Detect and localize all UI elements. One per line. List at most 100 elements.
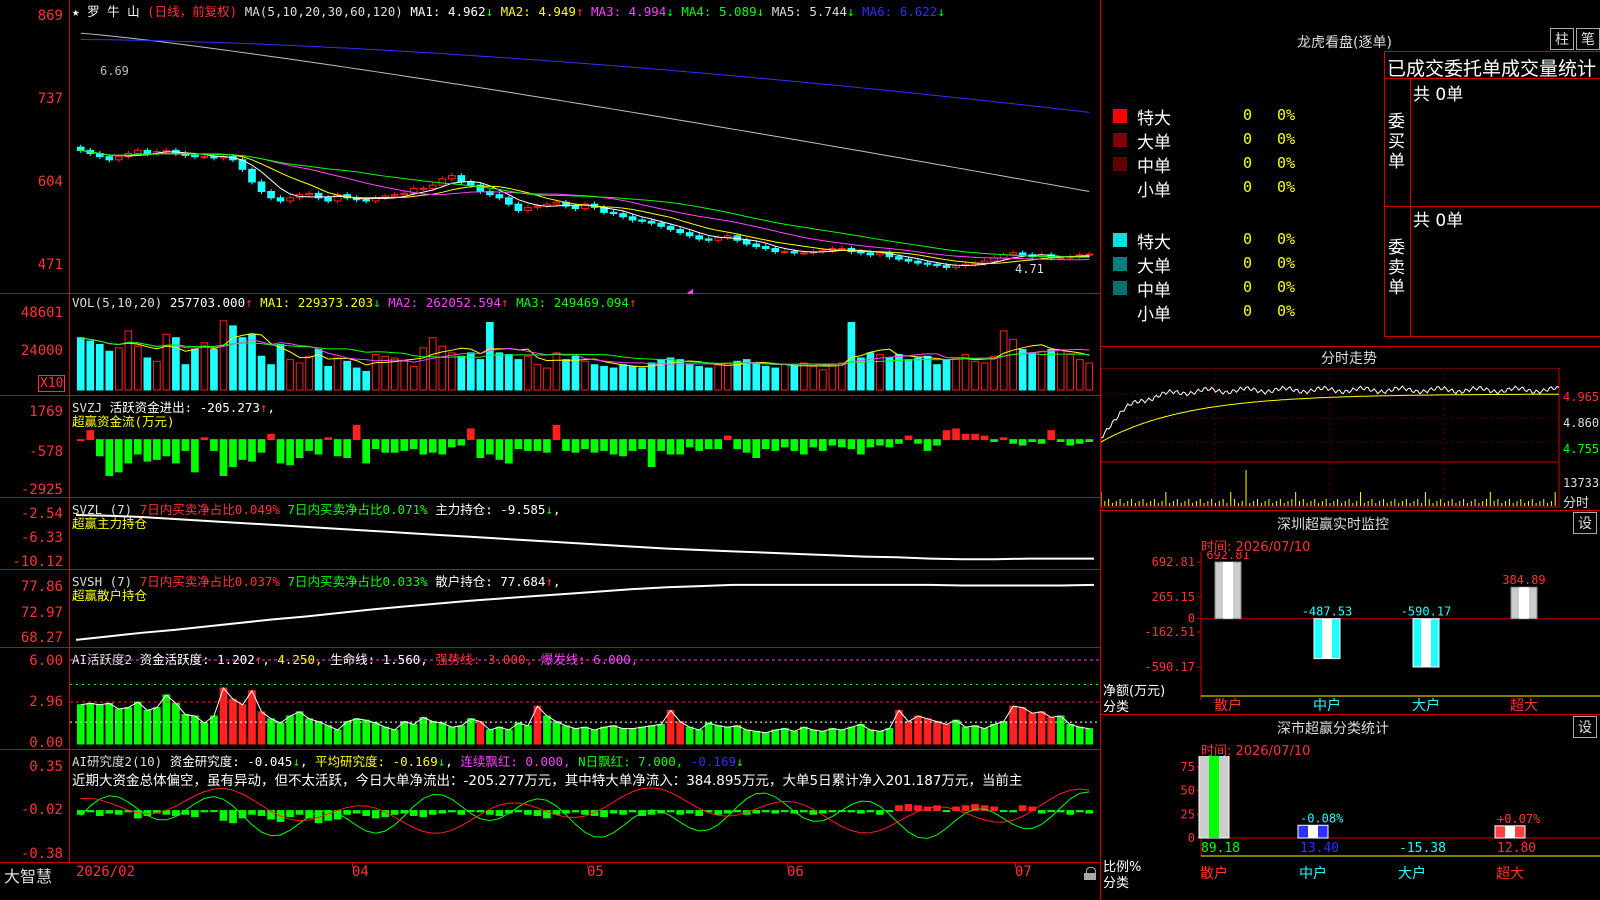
indicator-bar — [857, 723, 865, 745]
kline-mode[interactable]: (日线，前复权) — [147, 4, 237, 19]
indicator-bar — [666, 810, 675, 813]
indicator-bar — [286, 359, 294, 391]
indicator-bar — [505, 354, 513, 391]
sell-row[interactable]: 中单 0 0% — [1111, 276, 1301, 301]
lock-icon-body — [1084, 873, 1096, 880]
star-icon[interactable]: ★ — [72, 4, 80, 19]
indicator-bar — [752, 810, 761, 814]
stock-name[interactable]: 罗 牛 山 — [87, 4, 140, 19]
indicator-bar — [847, 810, 856, 813]
lhb-tabs-label[interactable]: 已成交委托单成交量统计 — [1387, 54, 1599, 81]
intraday-box[interactable] — [1101, 368, 1600, 508]
ai-research-pane[interactable]: 0.35 -0.02 -0.38 AI研究度2(10) 资金研究度: -0.04… — [0, 750, 1100, 862]
volume-pane[interactable]: 48601 24000 X10 VOL(5,10,20) 257703.000↑… — [0, 294, 1100, 396]
indicator-bar — [904, 435, 913, 441]
indicator-bar — [362, 810, 371, 816]
sz-bar-1[interactable] — [1313, 618, 1341, 660]
svzj-subtitle: 超赢资金流(万元) — [72, 414, 175, 429]
indicator-bar — [486, 810, 494, 815]
svsh-arrow: ↑ — [545, 574, 553, 589]
kline-chart-svg[interactable] — [70, 0, 1100, 294]
sc-bar-value: 13.40 — [1300, 841, 1339, 856]
time-tick-mark — [787, 862, 788, 868]
sz-monitor-chart[interactable]: 692.81 265.15 0 -162.51 -590.17 692.81 散户 -487.… — [1101, 552, 1600, 712]
buy-color-swatch — [1113, 133, 1127, 147]
candle-body — [428, 184, 437, 189]
sc-settings-button[interactable]: 设 — [1573, 716, 1597, 738]
indicator-bar — [486, 729, 494, 745]
indicator-bar — [914, 805, 922, 812]
indicator-bar — [895, 439, 903, 444]
indicator-bar — [267, 364, 275, 391]
indicator-bar — [419, 810, 428, 818]
intraday-chart-svg[interactable] — [1101, 368, 1600, 508]
candle-body — [248, 168, 256, 183]
volume-unit-badge[interactable]: X10 — [38, 375, 66, 392]
indicator-bar — [143, 709, 152, 745]
sz-bar-3[interactable] — [1510, 586, 1538, 620]
indicator-bar — [1085, 810, 1094, 814]
indicator-bar — [533, 364, 542, 391]
ma60-line — [80, 32, 1090, 192]
svzj-pane[interactable]: 1769 -578 -2925 SVZJ 活跃资金进出: -205.273↑, … — [0, 396, 1100, 498]
indicator-bar — [314, 721, 323, 745]
indicator-bar — [685, 726, 694, 745]
buy-row[interactable]: 大单 0 0% — [1111, 128, 1301, 153]
sc-chart[interactable]: 7550250+0.12%89.18散户-0.08%13.40中户-15.38大… — [1101, 756, 1600, 900]
sz-bar-0[interactable] — [1214, 561, 1242, 620]
ai-research-a: 资金研究度: -0.045 — [169, 754, 293, 769]
kline-plot[interactable] — [70, 0, 1100, 294]
ai-research-commentary: 近期大资金总体偏空，虽有异动，但不太活跃，今日大单净流出：-205.277万元，… — [72, 773, 1023, 789]
indicator-bar — [999, 437, 1008, 441]
sc-title: 深市超赢分类统计 — [1277, 721, 1389, 737]
buy-row[interactable]: 小单 0 0% — [1111, 176, 1301, 201]
indicator-bar — [819, 439, 827, 451]
sell-row[interactable]: 大单 0 0% — [1111, 252, 1301, 277]
indicator-bar — [790, 365, 799, 391]
indicator-bar — [495, 726, 504, 745]
buy-row-count: 0 — [1243, 154, 1253, 172]
ai-active-pane[interactable]: 6.00 2.96 0.00 AI活跃度2 资金活跃度: 1.202↑, 4.2… — [0, 648, 1100, 750]
sz-category: 超大 — [1510, 698, 1538, 712]
indicator-bar — [486, 439, 494, 455]
sz-bar-2[interactable] — [1412, 618, 1440, 668]
sc-bar-highlight — [1308, 825, 1318, 838]
sz-y-tick-label: -162.51 — [1144, 625, 1195, 639]
indicator-bar — [219, 439, 228, 476]
indicator-bar — [990, 439, 998, 442]
brand-logo[interactable]: 大智慧 — [4, 863, 52, 887]
sz-bar-label: 384.89 — [1502, 573, 1545, 587]
buy-row[interactable]: 中单 0 0% — [1111, 152, 1301, 177]
buy-row-label: 大单 — [1137, 133, 1171, 153]
svsh-pane[interactable]: 77.86 72.97 68.27 SVSH (7) 7日内买卖净占比0.037… — [0, 570, 1100, 648]
sell-orders-label: 委卖单 — [1388, 238, 1405, 298]
kline-pane[interactable]: 869 737 604 471 ★ 罗 牛 山 (日线，前复权) MA(5,10… — [0, 0, 1100, 294]
volume-y-axis: 48601 24000 X10 — [0, 294, 70, 395]
indicator-bar — [1037, 810, 1046, 814]
indicator-bar — [333, 357, 342, 391]
sz-monitor-settings-button[interactable]: 设 — [1573, 512, 1597, 534]
indicator-bar — [476, 359, 485, 391]
tick-view-button[interactable]: 笔 — [1576, 28, 1600, 50]
indicator-bar — [543, 367, 551, 391]
indicator-bar — [381, 355, 390, 391]
indicator-bar — [390, 729, 399, 745]
sell-color-swatch — [1113, 305, 1127, 319]
sc-category: 中户 — [1299, 865, 1327, 882]
ai-research-y-axis: 0.35 -0.02 -0.38 — [0, 750, 70, 862]
candle-body — [76, 146, 85, 151]
sz-monitor-chart-svg[interactable]: 692.81 265.15 0-162.51 -590.17 692.81 散户 -487.… — [1101, 552, 1600, 712]
ai-research-e-arrow: ↓ — [736, 754, 744, 769]
column-view-button[interactable]: 柱 — [1550, 28, 1574, 50]
buy-color-swatch — [1113, 109, 1127, 123]
sc-chart-svg[interactable]: 7550250+0.12%89.18散户-0.08%13.40中户-15.38大… — [1101, 756, 1600, 900]
candle-body — [286, 197, 294, 202]
sell-row[interactable]: 小单 0 0% — [1111, 300, 1301, 325]
candle-body — [704, 238, 713, 241]
buy-row[interactable]: 特大 0 0% — [1111, 104, 1301, 129]
indicator-bar — [505, 729, 513, 745]
sell-row[interactable]: 特大 0 0% — [1111, 228, 1301, 253]
indicator-bar — [257, 711, 266, 745]
indicator-bar — [1056, 439, 1065, 442]
svzl-pane[interactable]: -2.54 -6.33 -10.12 SVZL (7) 7日内买卖净占比0.04… — [0, 498, 1100, 570]
